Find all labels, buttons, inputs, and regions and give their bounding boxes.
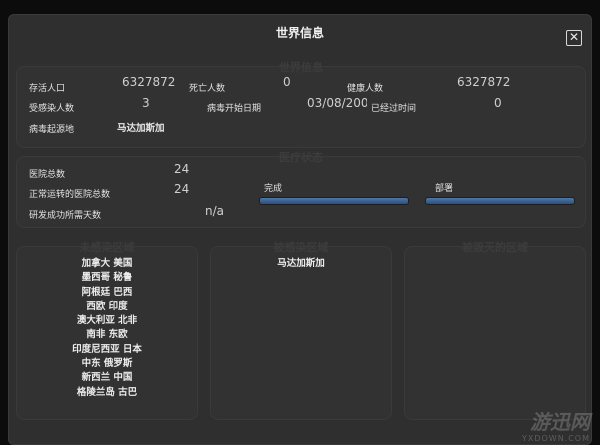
hospitals-value: 24	[174, 162, 190, 176]
healthy-item: 澳大利亚 北非	[76, 315, 138, 327]
origin-value: 马达加斯加	[117, 123, 165, 134]
healthy-label: 健康人数	[347, 84, 384, 94]
infected-label: 受感染人数	[29, 104, 75, 114]
infected-regions-panel: 被感染区域 马达加斯加	[210, 241, 392, 420]
working-hospitals-label: 正常运转的医院总数	[29, 190, 111, 200]
research-label: 研发成功所需天数	[29, 211, 102, 221]
complete-label: 完成	[264, 184, 283, 194]
world-info-panel: 世界信息 存活人口 6327872 死亡人数 0 健康人数 6327872 受感…	[16, 61, 586, 148]
healthy-item: 中东 俄罗斯	[81, 358, 133, 370]
healthy-item: 南非 东欧	[86, 329, 128, 341]
deploy-label: 部署	[435, 184, 454, 194]
alive-label: 存活人口	[29, 84, 66, 94]
medical-panel-title: 医疗状态	[279, 151, 323, 164]
deploy-progress-bar	[425, 197, 575, 205]
healthy-item: 格陵兰岛 古巴	[76, 386, 138, 398]
watermark-logo: 游迅网	[530, 410, 590, 434]
watermark-url: YXDOWN.COM	[521, 434, 590, 443]
elapsed-label: 已经过时间	[371, 104, 417, 114]
healthy-item: 阿根廷 巴西	[81, 286, 133, 298]
healthy-item: 西欧 印度	[86, 300, 128, 312]
healthy-item: 加拿大 美国	[81, 258, 133, 269]
working-hospitals-value: 24	[174, 182, 190, 196]
healthy-value: 6327872	[457, 75, 511, 89]
healthy-item: 新西兰 中国	[81, 372, 133, 384]
world-info-dialog: 世界信息 ✕ 世界信息 存活人口 6327872 死亡人数 0 健康人数 632…	[8, 14, 592, 445]
destroyed-regions-title: 被毁灭的区域	[462, 241, 528, 254]
destroyed-regions-panel: 被毁灭的区域	[404, 241, 586, 420]
world-info-panel-title: 世界信息	[279, 61, 323, 74]
infected-item: 马达加斯加	[277, 258, 325, 269]
infected-value: 3	[142, 96, 150, 110]
complete-progress-bar	[259, 197, 409, 205]
hospitals-label: 医院总数	[29, 170, 66, 180]
dead-label: 死亡人数	[189, 84, 226, 94]
alive-value: 6327872	[122, 75, 176, 89]
healthy-regions-list: 加拿大 美国 墨西哥 秘鲁 阿根廷 巴西 西欧 印度澳大利亚 北非 南非 东欧印度尼西亚…	[17, 257, 197, 400]
healthy-item: 墨西哥 秘鲁	[81, 272, 133, 284]
origin-label: 病毒起源地	[29, 125, 75, 135]
dialog-title: 世界信息	[275, 26, 324, 40]
dead-value: 0	[283, 75, 291, 89]
healthy-item: 印度尼西亚 日本	[72, 343, 142, 355]
start-date-value: 03/08/200	[307, 96, 367, 110]
elapsed-value: 0	[494, 96, 502, 110]
research-value: n/a	[205, 204, 225, 218]
infected-regions-list: 马达加斯加	[211, 257, 391, 271]
healthy-regions-panel: 未感染区域 加拿大 美国 墨西哥 秘鲁 阿根廷 巴西 西欧 印度澳大利亚 北非 南非 东…	[16, 241, 198, 420]
start-date-label: 病毒开始日期	[207, 104, 262, 114]
medical-status-panel: 医疗状态 医院总数 24 正常运转的医院总数 24 研发成功所需天数 n/a 完…	[16, 151, 586, 228]
infected-regions-title: 被感染区域	[273, 241, 329, 254]
close-icon[interactable]: ✕	[566, 30, 582, 46]
healthy-regions-title: 未感染区域	[79, 241, 135, 254]
